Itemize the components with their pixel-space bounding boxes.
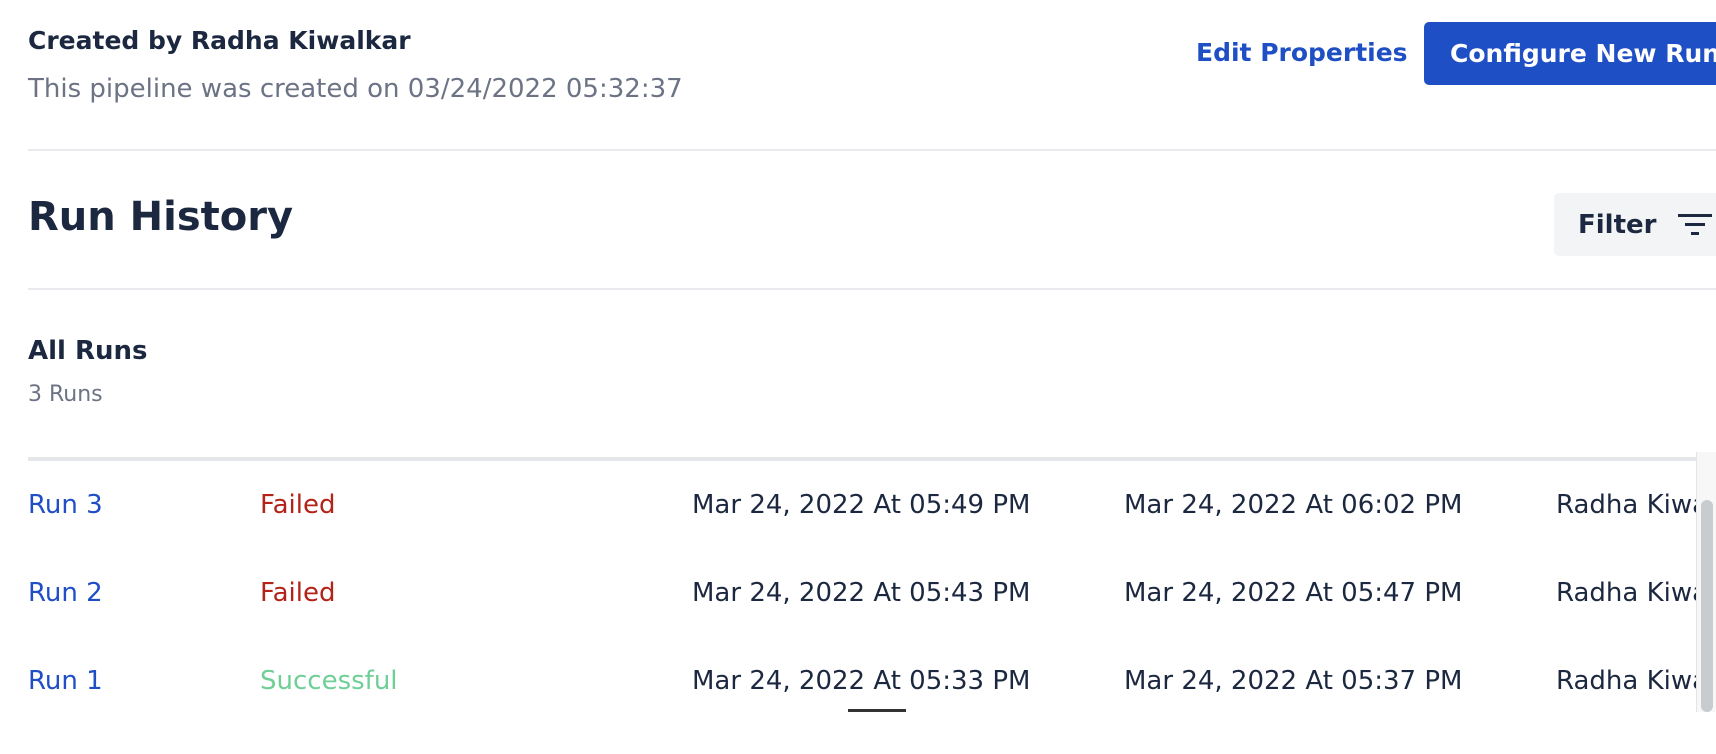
- filter-icon: [1678, 213, 1713, 235]
- end-time: Mar 24, 2022 At 06:02 PM: [1124, 490, 1463, 520]
- start-time: Mar 24, 2022 At 05:49 PM: [692, 490, 1031, 520]
- scrollbar-thumb[interactable]: [1701, 500, 1713, 712]
- run-user: Radha Kiwa: [1556, 666, 1709, 696]
- status-text: Failed: [260, 490, 336, 520]
- run-history-title: Run History: [28, 194, 294, 240]
- section-divider: [28, 288, 1716, 290]
- run-link[interactable]: Run 2: [28, 578, 103, 608]
- start-time: Mar 24, 2022 At 05:33 PM: [692, 666, 1031, 696]
- run-count: 3 Runs: [28, 382, 103, 407]
- end-time: Mar 24, 2022 At 05:47 PM: [1124, 578, 1463, 608]
- configure-new-run-button[interactable]: Configure New Run: [1424, 22, 1716, 85]
- edit-properties-link[interactable]: Edit Properties: [1196, 38, 1408, 67]
- run-link[interactable]: Run 3: [28, 490, 103, 520]
- start-time: Mar 24, 2022 At 05:43 PM: [692, 578, 1031, 608]
- created-on-text: This pipeline was created on 03/24/2022 …: [28, 74, 683, 104]
- all-runs-title: All Runs: [28, 336, 148, 366]
- header-divider: [28, 149, 1716, 151]
- filter-label: Filter: [1578, 209, 1657, 240]
- run-user: Radha Kiwa: [1556, 578, 1709, 608]
- end-time: Mar 24, 2022 At 05:37 PM: [1124, 666, 1463, 696]
- run-user: Radha Kiwa: [1556, 490, 1709, 520]
- run-link[interactable]: Run 1: [28, 666, 103, 696]
- filter-button[interactable]: Filter: [1554, 193, 1716, 256]
- table-row: Run 2 Failed Mar 24, 2022 At 05:43 PM Ma…: [0, 578, 1708, 666]
- table-row: Run 3 Failed Mar 24, 2022 At 05:49 PM Ma…: [0, 490, 1708, 578]
- status-text: Failed: [260, 578, 336, 608]
- table-header-border: [28, 457, 1716, 461]
- status-text: Successful: [260, 666, 398, 696]
- configure-new-run-label: Configure New Run: [1450, 39, 1716, 68]
- created-by-text: Created by Radha Kiwalkar: [28, 26, 411, 55]
